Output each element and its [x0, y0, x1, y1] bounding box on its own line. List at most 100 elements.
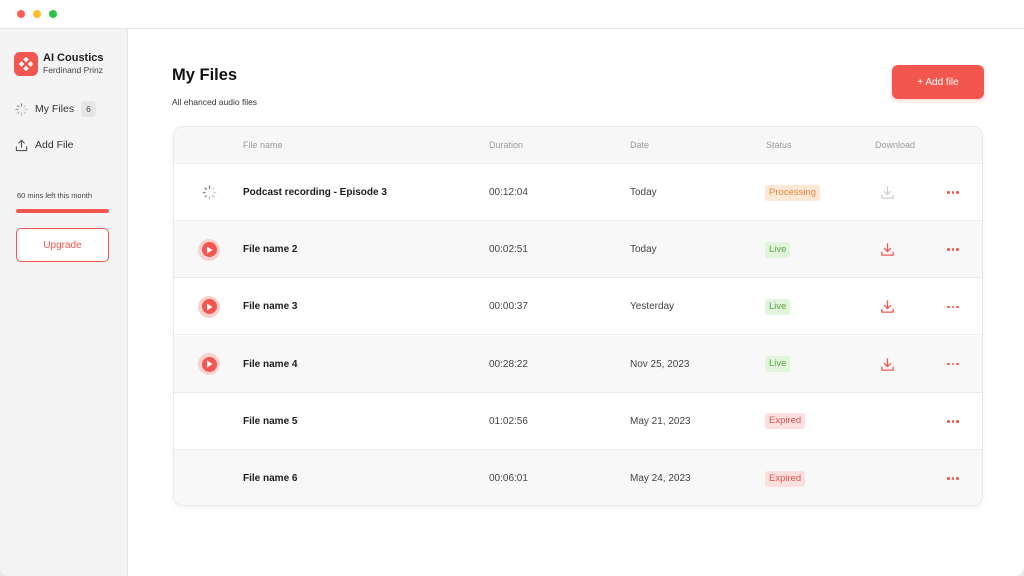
column-header-download: Download: [875, 140, 916, 150]
more-options-cell: [946, 164, 960, 221]
play-icon[interactable]: [198, 238, 220, 261]
add-file-button[interactable]: + Add file: [892, 65, 984, 99]
file-name: File name 5: [243, 415, 298, 427]
duration: 01:02:56: [489, 415, 528, 427]
upgrade-button[interactable]: Upgrade: [16, 228, 109, 262]
column-header-status: Status: [766, 140, 792, 150]
table-row[interactable]: File name 5 01:02:56 May 21, 2023 Expired: [174, 393, 982, 450]
duration: 00:02:51: [489, 244, 528, 256]
row-lead-cell: [198, 164, 220, 221]
status-cell: Live: [765, 336, 791, 393]
file-name-cell: File name 4: [243, 336, 297, 393]
status-badge: Live: [765, 241, 791, 258]
download-cell: [880, 164, 896, 221]
column-header-duration: Duration: [489, 140, 524, 150]
close-window-button[interactable]: [17, 10, 25, 18]
duration-cell: 00:00:37: [489, 278, 528, 335]
play-icon[interactable]: [198, 295, 220, 318]
upload-icon: [14, 138, 28, 152]
row-lead-cell: [198, 393, 220, 450]
status-badge: Expired: [765, 470, 806, 487]
logo-icon: [14, 52, 38, 76]
more-options-icon[interactable]: [946, 477, 960, 480]
date: May 21, 2023: [630, 415, 691, 427]
maximize-window-button[interactable]: [49, 10, 57, 18]
download-cell: [880, 278, 896, 335]
sidebar: AI Coustics Ferdinand Prinz My Files 6 A…: [0, 29, 128, 576]
date-cell: May 21, 2023: [630, 393, 691, 450]
date-cell: May 24, 2023: [630, 450, 691, 505]
more-options-cell: [946, 278, 960, 335]
duration-cell: 00:02:51: [489, 221, 528, 278]
duration: 00:00:37: [489, 301, 528, 313]
main-content: My Files All ehanced audio files + Add f…: [128, 29, 1024, 576]
loading-icon: [14, 102, 28, 116]
status-badge: Processing: [765, 184, 820, 201]
row-lead-cell: [198, 336, 220, 393]
date-cell: Nov 25, 2023: [630, 336, 690, 393]
nav-add-file-label: Add File: [35, 139, 74, 151]
duration: 00:06:01: [489, 473, 528, 484]
row-lead-cell: [198, 221, 220, 278]
table-row[interactable]: Podcast recording - Episode 3 00:12:04 Tod…: [174, 164, 982, 221]
file-name: File name 2: [243, 244, 298, 256]
file-name-cell: File name 3: [243, 278, 297, 335]
status-badge: Live: [765, 356, 791, 373]
duration-cell: 00:06:01: [489, 450, 528, 505]
more-options-icon[interactable]: [946, 191, 960, 194]
title-bar: [0, 0, 1024, 29]
play-icon[interactable]: [198, 353, 220, 376]
nav-add-file[interactable]: Add File: [14, 138, 74, 152]
download-icon[interactable]: [880, 357, 895, 372]
nav-my-files[interactable]: My Files 6: [14, 101, 96, 117]
date: Today: [630, 187, 657, 198]
app-name: AI Coustics: [43, 52, 104, 64]
duration-cell: 00:28:22: [489, 336, 528, 393]
column-header-date: Date: [630, 140, 650, 150]
date-cell: Today: [630, 221, 657, 278]
download-icon[interactable]: [880, 242, 895, 257]
date: Today: [630, 244, 657, 256]
date-cell: Yesterday: [630, 278, 674, 335]
more-options-cell: [946, 221, 960, 278]
status-badge: Expired: [765, 413, 806, 430]
download-icon: [880, 185, 895, 200]
page-subtitle: All ehanced audio files: [172, 97, 258, 107]
file-name-cell: File name 5: [243, 393, 297, 450]
table-row[interactable]: File name 3 00:00:37 Yesterday Live: [174, 278, 982, 336]
minimize-window-button[interactable]: [33, 10, 41, 18]
more-options-icon[interactable]: [946, 362, 960, 366]
more-options-cell: [946, 450, 960, 505]
table-row[interactable]: File name 6 00:06:01 May 24, 2023 Expired: [174, 450, 982, 505]
user-name: Ferdinand Prinz: [43, 65, 104, 75]
status-cell: Expired: [765, 450, 806, 505]
usage-progress-fill: [16, 209, 109, 213]
file-name: Podcast recording - Episode 3: [243, 187, 387, 198]
file-count-badge: 6: [81, 101, 96, 117]
duration-cell: 01:02:56: [489, 393, 528, 450]
download-icon[interactable]: [880, 299, 895, 314]
duration: 00:28:22: [489, 358, 528, 370]
nav-my-files-label: My Files: [35, 103, 75, 115]
spinner-icon: [201, 185, 217, 200]
table-row[interactable]: File name 4 00:28:22 Nov 25, 2023 Live: [174, 335, 982, 393]
status-cell: Live: [765, 221, 791, 278]
date-cell: Today: [630, 164, 657, 221]
duration: 00:12:04: [489, 187, 528, 198]
more-options-icon[interactable]: [946, 305, 960, 309]
file-name-cell: File name 2: [243, 221, 297, 278]
table-header: File name Duration Date Status Download: [174, 127, 982, 164]
more-options-icon[interactable]: [946, 420, 960, 423]
app-window: AI Coustics Ferdinand Prinz My Files 6 A…: [0, 0, 1024, 576]
download-cell: [880, 336, 896, 393]
table-row[interactable]: File name 2 00:02:51 Today Live: [174, 221, 982, 279]
files-table: File name Duration Date Status Download …: [173, 126, 983, 506]
more-options-cell: [946, 393, 960, 450]
file-name-cell: File name 6: [243, 450, 297, 505]
duration-cell: 00:12:04: [489, 164, 528, 221]
more-options-icon[interactable]: [946, 248, 960, 251]
more-options-cell: [946, 336, 960, 393]
date: Yesterday: [630, 301, 675, 313]
file-name-cell: Podcast recording - Episode 3: [243, 164, 387, 221]
status-badge: Live: [765, 298, 791, 315]
